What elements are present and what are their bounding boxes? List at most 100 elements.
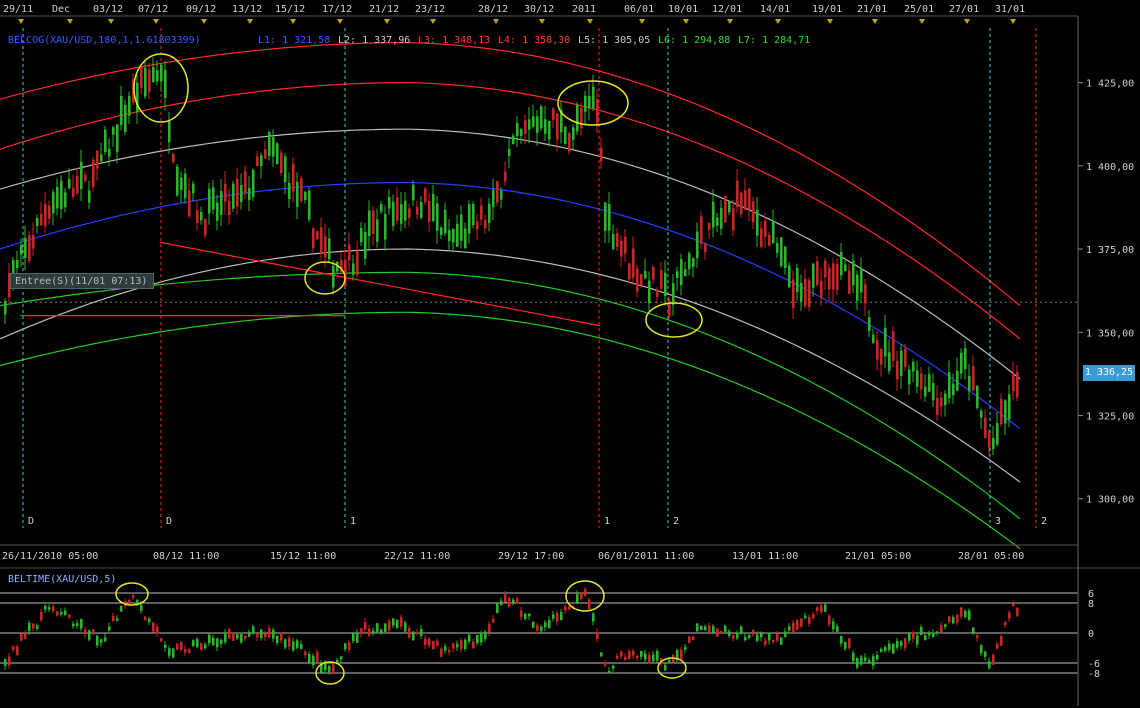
candle-body: [400, 204, 403, 224]
oscillator-candle-body: [376, 623, 379, 632]
candle-body: [572, 127, 575, 140]
cycle-marker-label: 1: [350, 516, 356, 527]
oscillator-candle-body: [84, 629, 87, 635]
oscillator-candle-body: [860, 656, 863, 665]
oscillator-title: BELTIME(XAU/USD,5): [8, 574, 116, 585]
price-tick-label: 1 375,00: [1086, 245, 1134, 256]
oscillator-candle-body: [576, 594, 579, 603]
indicator-legend: BELCOG(XAU/USD,180,1,1.61803399) L1: 1 3…: [8, 35, 810, 46]
oscillator-candle-body: [824, 604, 827, 612]
oscillator-candle-body: [908, 633, 911, 641]
candle-body: [596, 99, 599, 124]
oscillator-candle-body: [204, 644, 207, 649]
oscillator-candle-body: [436, 640, 439, 646]
candle-body: [904, 348, 907, 367]
oscillator-candle-body: [176, 643, 179, 650]
candle-body: [732, 208, 735, 231]
oscillator-candle-body: [108, 626, 111, 631]
oscillator-candle-body: [768, 632, 771, 641]
price-chart[interactable]: 29/11 Dec 03/12 07/12 09/12 13/12 15/12 17/12 21…: [0, 0, 1140, 708]
candle-body: [528, 119, 531, 130]
oscillator-candle-body: [192, 640, 195, 647]
candle-body: [4, 300, 7, 315]
oscillator-candle-body: [520, 610, 523, 617]
oscillator-candle-body: [256, 633, 259, 638]
oscillator-candle-body: [348, 642, 351, 650]
oscillator-candle-body: [8, 656, 11, 666]
oscillator-candle-body: [712, 626, 715, 633]
oscillator-candle-body: [280, 633, 283, 641]
candle-body: [576, 104, 579, 132]
oscillator-candle-body: [892, 643, 895, 654]
candle-body: [1008, 394, 1011, 420]
oscillator-candle-body: [796, 619, 799, 630]
candle-body: [980, 410, 983, 418]
oscillator-candle-body: [988, 661, 991, 669]
candle-body: [920, 373, 923, 390]
candle-body: [428, 201, 431, 222]
oscillator-candle-body: [736, 632, 739, 639]
candle-body: [348, 244, 351, 261]
candle-body: [976, 385, 979, 409]
entry-marker-label[interactable]: Entree(S)(11/01 07:13): [10, 273, 154, 289]
candle-body: [864, 284, 867, 304]
candle-body: [628, 263, 631, 280]
oscillator-candle-body: [464, 639, 467, 649]
oscillator-candle-body: [980, 645, 983, 654]
candle-body: [324, 236, 327, 258]
candle-body: [148, 69, 151, 92]
oscillator-candle-body: [604, 662, 607, 666]
oscillator-candle-body: [592, 613, 595, 622]
candle-body: [368, 210, 371, 237]
candle-body: [476, 221, 479, 230]
candle-body: [180, 177, 183, 190]
candle-body: [872, 334, 875, 343]
candle-body: [812, 263, 815, 288]
oscillator-candle-body: [116, 618, 119, 621]
cycle-marker-label: D: [28, 516, 34, 527]
candle-body: [452, 228, 455, 243]
oscillator-candle-body: [956, 614, 959, 623]
candle-body: [84, 174, 87, 182]
oscillator-candle-body: [296, 640, 299, 648]
candle-body: [796, 268, 799, 292]
oscillator-candle-body: [864, 657, 867, 661]
candle-body: [888, 352, 891, 371]
candle-body: [504, 171, 507, 182]
top-date-label: 23/12: [415, 4, 445, 15]
candle-body: [884, 327, 887, 357]
candle-body: [588, 96, 591, 109]
candle-body: [728, 200, 731, 213]
oscillator-candle-body: [912, 632, 915, 639]
oscillator-candle-body: [448, 649, 451, 653]
candle-body: [420, 201, 423, 219]
oscillator-candle-body: [524, 613, 527, 619]
candle-body: [792, 279, 795, 308]
candle-body: [520, 129, 523, 136]
oscillator-candle-body: [160, 638, 163, 642]
oscillator-candle-body: [308, 653, 311, 664]
oscillator-candle-body: [888, 643, 891, 650]
candle-body: [92, 159, 95, 187]
oscillator-candle-body: [760, 633, 763, 638]
cycle-marker-label: 2: [1041, 516, 1047, 527]
candle-body: [120, 95, 123, 125]
candle-body: [808, 280, 811, 307]
oscillator-candle-body: [244, 635, 247, 639]
oscillator-candle-body: [708, 625, 711, 633]
candle-body: [140, 66, 143, 88]
oscillator-candle-body: [564, 606, 567, 611]
candle-body: [860, 268, 863, 293]
candle-body: [760, 228, 763, 247]
candle-body: [1004, 400, 1007, 424]
legend-level-l1: L1: 1 321,58: [258, 35, 330, 46]
oscillator-candle-body: [924, 635, 927, 640]
legend-level-l6: L6: 1 294,88: [658, 35, 730, 46]
candle-body: [680, 259, 683, 286]
oscillator-candle-body: [440, 648, 443, 657]
oscillator-candle-body: [808, 617, 811, 624]
oscillator-candle-body: [664, 664, 667, 671]
oscillator-candle-body: [868, 660, 871, 664]
oscillator-candle-body: [384, 623, 387, 632]
oscillator-candle-body: [132, 595, 135, 598]
